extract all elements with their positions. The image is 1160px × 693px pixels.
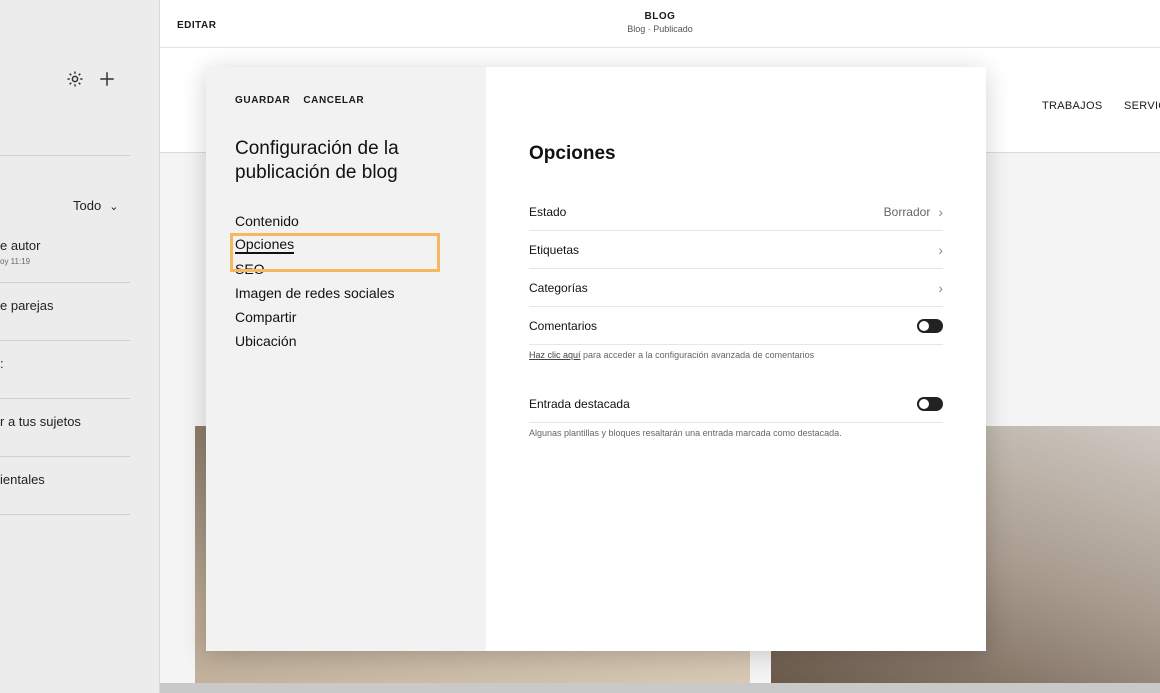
panel-toolbar <box>66 68 116 94</box>
list-item-date: oy 11:19 <box>0 257 31 266</box>
estado-value: Borrador <box>883 204 931 219</box>
chevron-down-icon: ⌄ <box>109 201 119 213</box>
divider <box>0 456 130 457</box>
content-panel: Todo ⌄ e autor oy 11:19 e parejas : r a t… <box>0 0 160 693</box>
list-item-title: ientales <box>0 472 45 487</box>
scroll-strip <box>160 683 1160 693</box>
divider <box>0 155 130 156</box>
divider <box>0 398 130 399</box>
comentarios-toggle[interactable] <box>917 318 943 333</box>
list-item[interactable]: ientales <box>0 472 160 487</box>
comments-note: Haz clic aquí para acceder a la configur… <box>529 350 949 360</box>
comentarios-label: Comentarios <box>529 318 598 333</box>
page-info: BLOG Blog · Publicado <box>160 11 1160 34</box>
tab-contenido[interactable]: Contenido <box>235 212 475 230</box>
list-item-title: e autor <box>0 238 41 253</box>
comments-settings-link[interactable]: Haz clic aquí <box>529 350 581 360</box>
divider <box>0 282 130 283</box>
divider <box>0 340 130 341</box>
destacada-label: Entrada destacada <box>529 396 630 411</box>
categorias-label: Categorías <box>529 280 588 295</box>
estado-row[interactable]: Estado Borrador › <box>529 193 943 231</box>
settings-sidebar: GUARDAR CANCELAR Configuración de la pub… <box>206 67 486 651</box>
nav-link-servicios[interactable]: SERVIC <box>1124 100 1160 112</box>
comments-note-text: para acceder a la configuración avanzada… <box>580 350 815 360</box>
filter-label: Todo <box>73 198 102 213</box>
options-panel: Opciones Estado Borrador › Etiquetas › C… <box>486 67 986 651</box>
list-item[interactable]: : <box>0 356 160 371</box>
list-item-title: r a tus sujetos <box>0 414 81 429</box>
tab-compartir[interactable]: Compartir <box>235 308 475 326</box>
estado-label: Estado <box>529 204 567 219</box>
add-icon[interactable] <box>98 68 116 94</box>
divider <box>0 514 130 515</box>
chevron-right-icon: › <box>938 279 943 296</box>
blog-post-settings-dialog: GUARDAR CANCELAR Configuración de la pub… <box>206 67 986 651</box>
etiquetas-row[interactable]: Etiquetas › <box>529 231 943 269</box>
featured-note: Algunas plantillas y bloques resaltarán … <box>529 428 842 438</box>
list-item-title: e parejas <box>0 298 54 313</box>
list-item[interactable]: r a tus sujetos <box>0 414 160 429</box>
destacada-toggle[interactable] <box>917 396 943 411</box>
tab-imagen-redes-sociales[interactable]: Imagen de redes sociales <box>235 284 475 302</box>
tab-ubicacion[interactable]: Ubicación <box>235 332 475 350</box>
save-button[interactable]: GUARDAR <box>235 95 290 106</box>
gear-icon[interactable] <box>66 68 84 94</box>
page-title: BLOG <box>644 11 676 22</box>
etiquetas-label: Etiquetas <box>529 242 580 257</box>
page-status: Blog · Publicado <box>627 24 693 34</box>
cancel-button[interactable]: CANCELAR <box>303 95 364 106</box>
destacada-row: Entrada destacada <box>529 385 943 423</box>
categorias-row[interactable]: Categorías › <box>529 269 943 307</box>
highlight-annotation <box>230 233 440 272</box>
filter-dropdown[interactable]: Todo ⌄ <box>73 198 118 213</box>
nav-link-trabajos[interactable]: TRABAJOS <box>1042 100 1102 112</box>
chevron-right-icon: › <box>938 241 943 258</box>
editor-topbar: EDITAR BLOG Blog · Publicado <box>160 0 1160 48</box>
dialog-actions: GUARDAR CANCELAR <box>235 95 364 106</box>
list-item[interactable]: e autor oy 11:19 <box>0 238 160 266</box>
chevron-right-icon: › <box>938 203 943 220</box>
dialog-title: Configuración de la publicación de blog <box>235 138 399 183</box>
comentarios-row: Comentarios <box>529 307 943 345</box>
list-item[interactable]: e parejas <box>0 298 160 313</box>
list-item-title: : <box>0 356 4 371</box>
options-title: Opciones <box>529 143 616 164</box>
